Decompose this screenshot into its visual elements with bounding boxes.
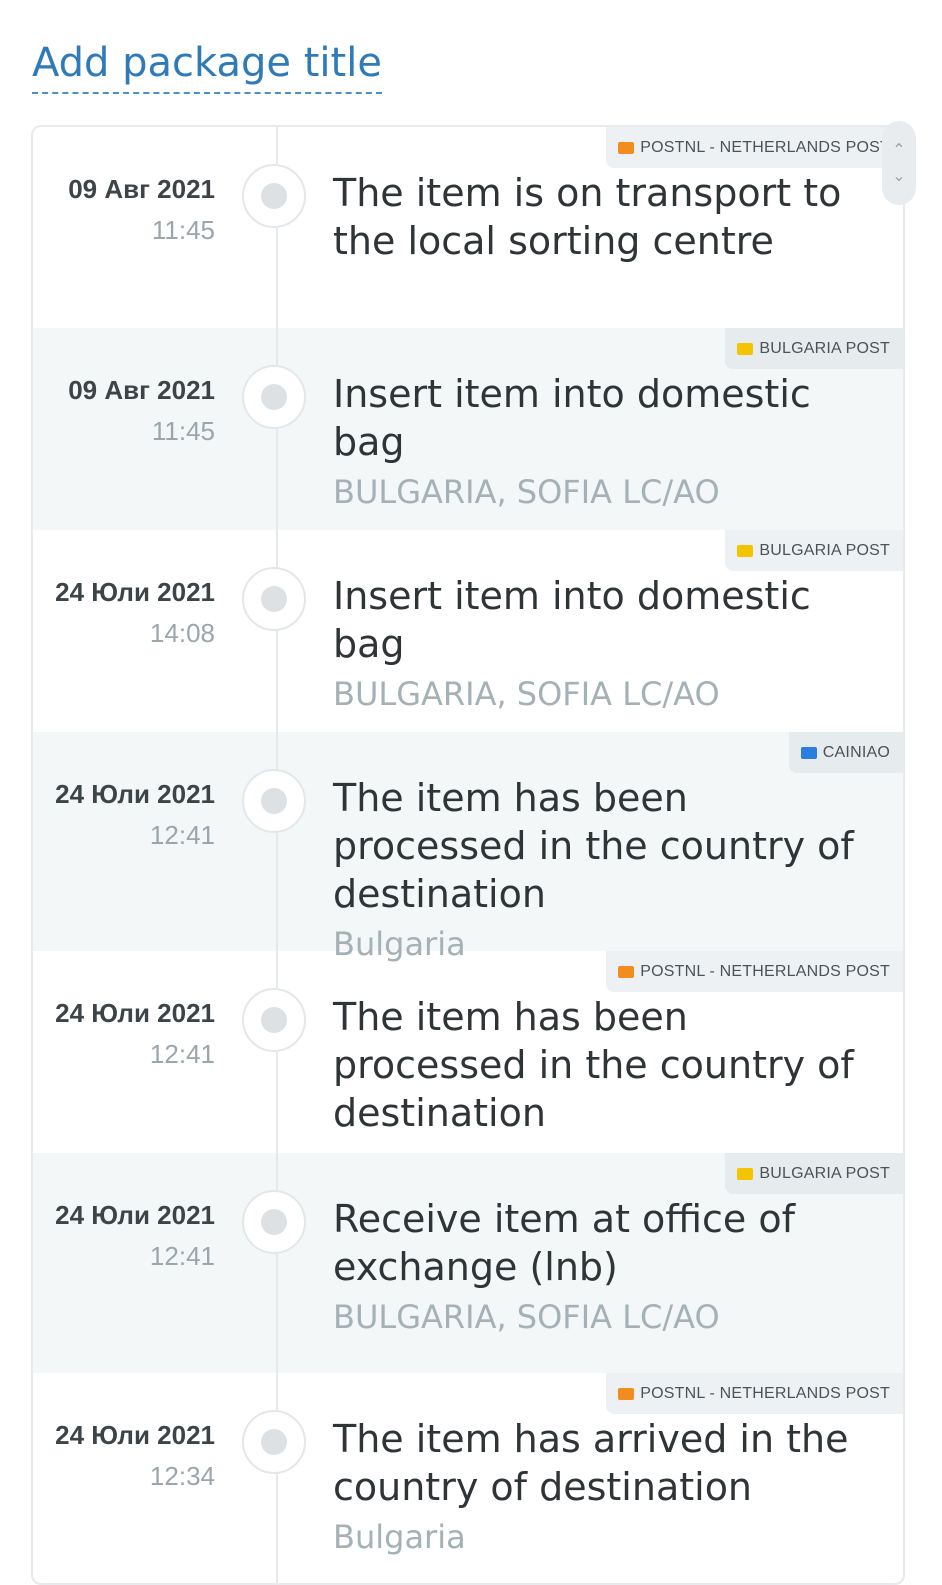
chevron-down-icon[interactable]: ⌄ [892,167,905,185]
carrier-name: POSTNL - NETHERLANDS POST [640,962,890,980]
event-date: 24 Юли 2021 [55,1200,215,1230]
timeline-event: BULGARIA POST 24 Юли 2021 14:08 Insert i… [33,530,903,732]
event-time: 12:41 [149,1241,215,1271]
carrier-badge[interactable]: BULGARIA POST [725,328,903,369]
carrier-badge[interactable]: CAINIAO [788,732,903,773]
carrier-name: POSTNL - NETHERLANDS POST [640,1384,890,1402]
bulgaria-post-logo-icon [737,342,754,355]
event-datetime: 24 Юли 2021 12:41 [55,1200,215,1272]
timeline-dot-icon [242,1410,306,1474]
event-status: The item is on transport to the local so… [333,171,842,263]
carrier-name: BULGARIA POST [759,1164,890,1182]
event-date: 24 Юли 2021 [55,779,215,809]
timeline-dot-icon [242,164,306,228]
event-content: The item has been processed in the count… [333,774,893,966]
event-date: 24 Юли 2021 [55,998,215,1028]
tracking-timeline: POSTNL - NETHERLANDS POST 09 Авг 2021 11… [31,125,905,1585]
event-content: Receive item at office of exchange (lnb)… [333,1195,893,1339]
event-date: 24 Юли 2021 [55,577,215,607]
carrier-name: BULGARIA POST [759,541,890,559]
carrier-badge[interactable]: POSTNL - NETHERLANDS POST [606,1373,903,1414]
bulgaria-post-logo-icon [737,1167,754,1180]
postnl-logo-icon [618,965,635,978]
carrier-badge[interactable]: POSTNL - NETHERLANDS POST [606,951,903,992]
event-time: 14:08 [149,618,215,648]
event-content: Insert item into domestic bag BULGARIA, … [333,370,893,514]
carrier-badge[interactable]: POSTNL - NETHERLANDS POST [606,127,903,168]
timeline-dot-icon [242,1190,306,1254]
event-date: 09 Авг 2021 [68,375,215,405]
event-content: Insert item into domestic bag BULGARIA, … [333,572,893,716]
event-location: BULGARIA, SOFIA LC/AO [333,675,720,713]
event-time: 12:41 [149,820,215,850]
carrier-name: POSTNL - NETHERLANDS POST [640,138,890,156]
postnl-logo-icon [618,1387,635,1400]
carrier-badge[interactable]: BULGARIA POST [725,1153,903,1194]
add-package-title-link[interactable]: Add package title [32,40,382,94]
timeline-event: BULGARIA POST 09 Авг 2021 11:45 Insert i… [33,328,903,530]
carrier-name: BULGARIA POST [759,339,890,357]
event-time: 12:34 [149,1461,215,1491]
timeline-dot-icon [242,769,306,833]
event-datetime: 24 Юли 2021 12:34 [55,1420,215,1492]
timeline-event: POSTNL - NETHERLANDS POST 09 Авг 2021 11… [33,127,903,328]
postnl-logo-icon [618,141,635,154]
event-location: BULGARIA, SOFIA LC/AO [333,473,720,511]
event-content: The item has been processed in the count… [333,993,893,1137]
chevron-up-icon[interactable]: ⌃ [892,141,905,159]
event-date: 09 Авг 2021 [68,174,215,204]
event-datetime: 09 Авг 2021 11:45 [68,174,215,246]
carrier-badge[interactable]: BULGARIA POST [725,530,903,571]
event-status: Insert item into domestic bag [333,372,811,464]
event-content: The item is on transport to the local so… [333,169,893,265]
event-datetime: 24 Юли 2021 14:08 [55,577,215,649]
event-location: BULGARIA, SOFIA LC/AO [333,1298,720,1336]
timeline-line [276,127,278,1583]
timeline-event: POSTNL - NETHERLANDS POST 24 Юли 2021 12… [33,951,903,1153]
event-time: 11:45 [151,416,215,446]
event-status: Insert item into domestic bag [333,574,811,666]
event-status: The item has been processed in the count… [333,995,854,1135]
timeline-event: POSTNL - NETHERLANDS POST 24 Юли 2021 12… [33,1373,903,1583]
event-content: The item has arrived in the country of d… [333,1415,893,1559]
timeline-event: CAINIAO 24 Юли 2021 12:41 The item has b… [33,732,903,963]
carrier-name: CAINIAO [822,743,890,761]
event-datetime: 09 Авг 2021 11:45 [68,375,215,447]
cainiao-logo-icon [800,746,817,759]
event-status: The item has arrived in the country of d… [333,1417,849,1509]
event-status: The item has been processed in the count… [333,776,854,916]
event-time: 11:45 [151,215,215,245]
event-status: Receive item at office of exchange (lnb) [333,1197,796,1289]
event-time: 12:41 [149,1039,215,1069]
timeline-dot-icon [242,988,306,1052]
event-date: 24 Юли 2021 [55,1420,215,1450]
event-datetime: 24 Юли 2021 12:41 [55,779,215,851]
timeline-dot-icon [242,567,306,631]
bulgaria-post-logo-icon [737,544,754,557]
event-datetime: 24 Юли 2021 12:41 [55,998,215,1070]
event-location: Bulgaria [333,1518,466,1556]
scroll-controls: ⌃ ⌄ [882,121,916,205]
timeline-event: BULGARIA POST 24 Юли 2021 12:41 Receive … [33,1153,903,1373]
timeline-dot-icon [242,365,306,429]
